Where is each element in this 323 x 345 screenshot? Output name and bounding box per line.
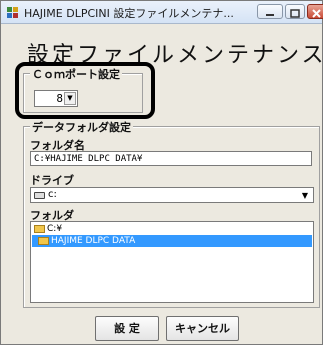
close-icon xyxy=(312,9,321,18)
folder-item-label: C:¥ xyxy=(47,224,63,234)
maximize-icon xyxy=(290,9,300,18)
folder-item-root[interactable]: C:¥ xyxy=(32,223,62,235)
drive-value: c: xyxy=(48,189,57,200)
folder-item-selected[interactable]: HAJIME DLPC DATA xyxy=(32,235,312,247)
title-bar[interactable]: HAJIME DLPCINI 設定ファイルメンテナ... xyxy=(1,1,323,24)
app-icon xyxy=(7,7,18,18)
drive-select[interactable]: c: ▼ xyxy=(30,187,314,203)
minimize-button[interactable] xyxy=(257,4,283,19)
drive-label: ドライブ xyxy=(30,174,74,187)
folder-item-label: HAJIME DLPC DATA xyxy=(51,236,136,246)
window-title: HAJIME DLPCINI 設定ファイルメンテナ... xyxy=(24,7,234,20)
data-folder-group: データフォルダ設定 フォルダ名 C:¥HAJIME DLPC DATA¥ ドライ… xyxy=(23,119,320,308)
close-button[interactable] xyxy=(307,4,323,19)
folder-list[interactable]: C:¥ HAJIME DLPC DATA xyxy=(30,221,314,303)
open-folder-icon xyxy=(34,224,45,233)
app-window: HAJIME DLPCINI 設定ファイルメンテナ... 設定ファイルメンテナン… xyxy=(0,0,323,345)
highlight-annotation xyxy=(15,62,155,119)
cancel-button[interactable]: キャンセル xyxy=(166,316,239,341)
ok-button[interactable]: 設 定 xyxy=(95,316,159,341)
minimize-icon xyxy=(266,14,274,16)
open-folder-icon xyxy=(38,236,49,245)
folder-name-field[interactable]: C:¥HAJIME DLPC DATA¥ xyxy=(30,151,312,166)
data-folder-group-label: データフォルダ設定 xyxy=(30,119,133,135)
maximize-button[interactable] xyxy=(285,4,305,19)
chevron-down-icon[interactable]: ▼ xyxy=(298,189,312,202)
drive-icon xyxy=(34,192,45,199)
